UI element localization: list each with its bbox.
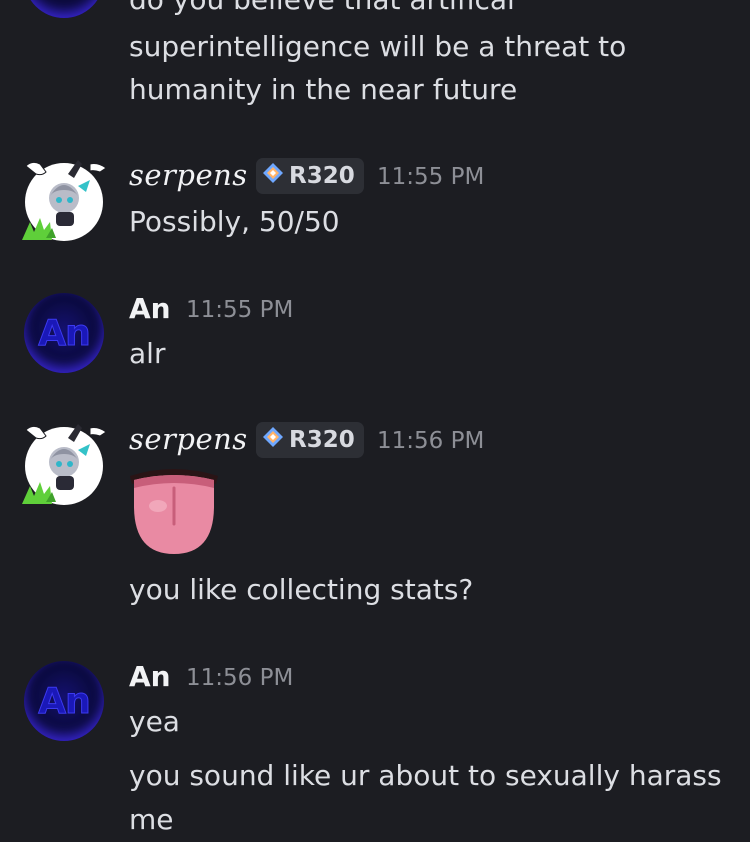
avatar-serpens[interactable] [20,420,110,510]
role-tag-label: R320 [289,427,355,453]
diamond-icon [262,426,284,454]
diamond-icon [262,162,284,190]
username-serpens[interactable]: serpens [129,158,248,192]
tongue-emoji [128,466,220,560]
message-text: you like collecting stats? [129,573,474,606]
message-text: Possibly, 50/50 [129,205,340,238]
message-text-line: me [129,803,174,836]
serpens-avatar-image [22,424,107,505]
message-text-line: do you believe that artifical [129,0,515,22]
avatar-an-partial[interactable] [24,0,104,18]
message-timestamp: 11:56 PM [377,428,485,454]
role-tag-label: R320 [289,163,355,189]
message-text-line: yea [129,705,180,738]
role-tag[interactable]: R320 [256,422,364,458]
role-tag[interactable]: R320 [256,158,364,194]
avatar-an[interactable]: An [24,293,104,373]
username-serpens[interactable]: serpens [129,422,248,456]
message-text-line: humanity in the near future [129,73,518,106]
message-timestamp: 11:56 PM [186,665,294,691]
serpens-avatar-image [22,160,107,241]
username-an[interactable]: An [129,292,171,325]
message-timestamp: 11:55 PM [186,297,294,323]
message-text-line: superintelligence will be a threat to [129,30,627,63]
message-timestamp: 11:55 PM [377,164,485,190]
avatar-initials: An [38,312,91,354]
avatar-initials: An [38,680,91,722]
username-an[interactable]: An [129,660,171,693]
message-text: alr [129,337,166,370]
avatar-an[interactable]: An [24,661,104,741]
avatar-serpens[interactable] [20,156,110,246]
message-text-line: you sound like ur about to sexually hara… [129,759,722,792]
